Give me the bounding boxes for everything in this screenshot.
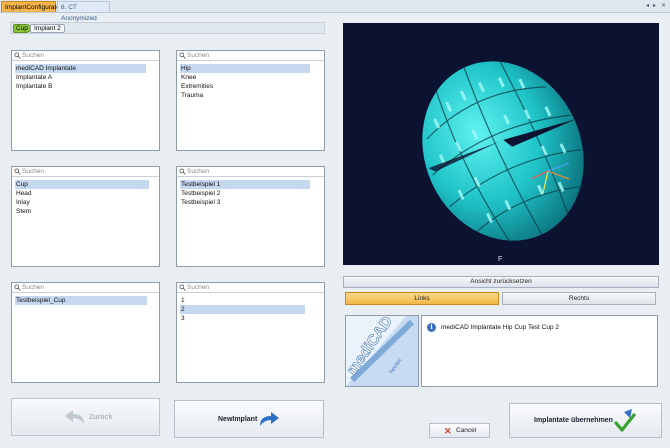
search-placeholder: Suchen bbox=[187, 52, 210, 59]
breadcrumb-implant[interactable]: Implant 2 bbox=[30, 24, 65, 33]
list-item[interactable]: Stem bbox=[15, 207, 149, 216]
search-placeholder: Suchen bbox=[187, 284, 210, 291]
right-side-button[interactable]: Rechts bbox=[502, 292, 656, 305]
size-list-panel: Suchen 123 bbox=[176, 282, 325, 383]
list-item[interactable]: Head bbox=[15, 189, 149, 198]
breadcrumb-cup[interactable]: Cup bbox=[13, 24, 31, 33]
back-arrow-icon bbox=[65, 410, 84, 424]
cancel-button-label: Cancel bbox=[456, 427, 477, 434]
search-input[interactable]: Suchen bbox=[12, 167, 159, 177]
list-item[interactable]: Testbeispiel 2 bbox=[180, 189, 310, 198]
search-input[interactable]: Suchen bbox=[177, 283, 324, 293]
component-list-panel: Suchen Cup Head Inlay Stem bbox=[11, 166, 160, 267]
search-icon bbox=[179, 284, 186, 291]
list-item[interactable]: Implantate A bbox=[15, 73, 146, 82]
list-item[interactable]: 1 bbox=[180, 296, 305, 305]
apply-implant-button-label: Implantate übernehmen bbox=[534, 417, 613, 424]
size-list[interactable]: 123 bbox=[180, 296, 305, 323]
search-icon bbox=[179, 52, 186, 59]
search-input[interactable]: Suchen bbox=[12, 51, 159, 61]
medicad-logo: mediCAD hectec bbox=[343, 313, 419, 387]
search-icon bbox=[14, 52, 21, 59]
list-item[interactable]: Testbeispiel_Cup bbox=[15, 296, 147, 305]
list-item[interactable]: Cup bbox=[15, 180, 149, 189]
tab-strip: ImplantConfigurator 8. CT Anonymized ◂ ▸… bbox=[0, 0, 670, 22]
manufacturer-list[interactable]: mediCAD Implantate Implantate A Implantate… bbox=[15, 64, 146, 91]
new-implant-button-label: NewImplant bbox=[218, 416, 258, 423]
forward-arrow-icon bbox=[260, 412, 279, 426]
back-button-label: Zurück bbox=[89, 414, 113, 421]
search-icon bbox=[179, 168, 186, 175]
search-placeholder: Suchen bbox=[22, 284, 45, 291]
breadcrumb: Cup Implant 2 bbox=[10, 22, 325, 34]
next-tab-icon[interactable]: ▸ bbox=[653, 2, 656, 10]
search-placeholder: Suchen bbox=[187, 168, 210, 175]
list-item[interactable]: Testbeispiel 1 bbox=[180, 180, 310, 189]
tab-ct-anonymized[interactable]: 8. CT Anonymized bbox=[57, 1, 110, 22]
new-implant-button[interactable]: NewImplant bbox=[174, 400, 324, 438]
component-list[interactable]: Cup Head Inlay Stem bbox=[15, 180, 149, 216]
list-item[interactable]: 2 bbox=[180, 305, 305, 314]
example-list[interactable]: Testbeispiel 1 Testbeispiel 2 Testbeispiel… bbox=[180, 180, 310, 207]
cancel-icon: ✕ bbox=[444, 426, 452, 436]
search-input[interactable]: Suchen bbox=[177, 167, 324, 177]
list-item[interactable]: Testbeispiel 3 bbox=[180, 198, 310, 207]
list-item[interactable]: Hip bbox=[180, 64, 310, 73]
region-list-panel: Suchen Hip Knee Extremities Trauma bbox=[176, 50, 325, 151]
search-input[interactable]: Suchen bbox=[177, 51, 324, 61]
implant-info-text: mediCAD Implantate Hip Cup Test Cup 2 bbox=[441, 324, 560, 331]
search-icon bbox=[14, 168, 21, 175]
manufacturer-list-panel: Suchen mediCAD Implantate Implantate A Imp… bbox=[11, 50, 160, 151]
info-icon: i bbox=[427, 323, 436, 332]
cancel-button[interactable]: ✕ Cancel bbox=[429, 423, 490, 438]
list-item[interactable]: Knee bbox=[180, 73, 310, 82]
acetabular-cup-model: F bbox=[422, 59, 584, 263]
type-list[interactable]: Testbeispiel_Cup bbox=[15, 296, 147, 305]
prev-tab-icon[interactable]: ◂ bbox=[646, 2, 649, 10]
implant-info-box: i mediCAD Implantate Hip Cup Test Cup 2 bbox=[421, 315, 658, 387]
back-button[interactable]: Zurück bbox=[11, 398, 160, 436]
list-item[interactable]: Inlay bbox=[15, 198, 149, 207]
list-item[interactable]: Trauma bbox=[180, 91, 310, 100]
viewer-orientation-label: F bbox=[498, 256, 502, 263]
search-icon bbox=[14, 284, 21, 291]
apply-implant-button[interactable]: Implantate übernehmen bbox=[509, 403, 662, 438]
apply-checkmark-icon bbox=[614, 409, 636, 432]
list-item[interactable]: Implantate B bbox=[15, 82, 146, 91]
close-icon[interactable]: ✕ bbox=[661, 2, 666, 10]
search-placeholder: Suchen bbox=[22, 52, 45, 59]
list-item[interactable]: mediCAD Implantate bbox=[15, 64, 146, 73]
search-input[interactable]: Suchen bbox=[12, 283, 159, 293]
list-item[interactable]: Extremities bbox=[180, 82, 310, 91]
list-item[interactable]: 3 bbox=[180, 314, 305, 323]
left-side-button[interactable]: Links bbox=[345, 292, 499, 305]
type-list-panel: Suchen Testbeispiel_Cup bbox=[11, 282, 160, 383]
implant-3d-viewer[interactable]: F bbox=[343, 23, 659, 265]
region-list[interactable]: Hip Knee Extremities Trauma bbox=[180, 64, 310, 100]
example-list-panel: Suchen Testbeispiel 1 Testbeispiel 2 Testb… bbox=[176, 166, 325, 267]
tab-implant-configurator[interactable]: ImplantConfigurator bbox=[1, 1, 62, 12]
search-placeholder: Suchen bbox=[22, 168, 45, 175]
reset-view-button[interactable]: Ansicht zurücksetzen bbox=[343, 276, 659, 288]
